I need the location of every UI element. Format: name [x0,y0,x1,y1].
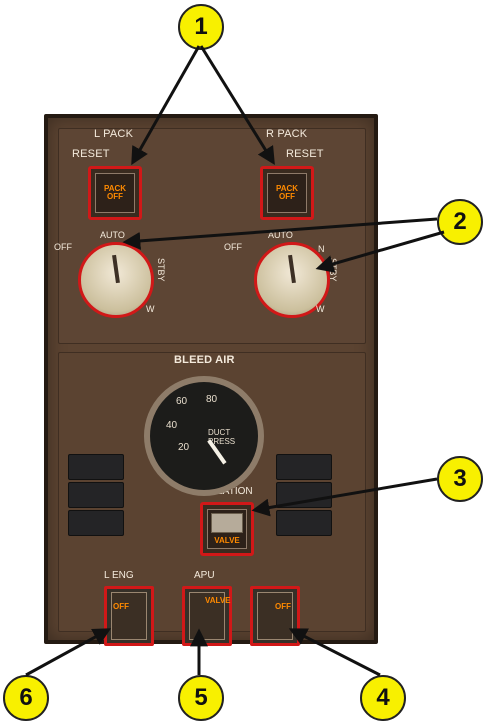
arrow-1-right [199,45,275,166]
callout-arrows [25,45,445,677]
arrow-2-left [122,217,438,250]
arrow-6 [25,628,112,677]
arrow-4 [288,628,381,677]
arrow-3 [251,477,438,517]
arrow-2-right [315,230,445,273]
arrow-1-left [131,45,201,166]
